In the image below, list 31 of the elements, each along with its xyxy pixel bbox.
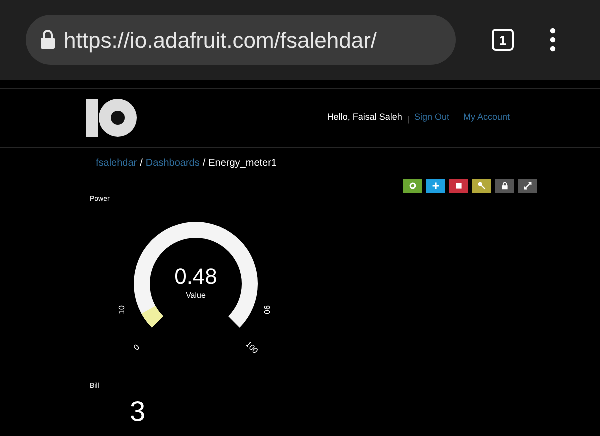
plus-icon bbox=[432, 182, 440, 190]
greeting-text: Hello, Faisal Saleh bbox=[327, 111, 402, 124]
address-bar[interactable]: https://io.adafruit.com/fsalehdar/ bbox=[26, 15, 456, 65]
gauge-tick-label: 90 bbox=[262, 305, 270, 314]
url-text: https://io.adafruit.com/fsalehdar/ bbox=[64, 26, 378, 55]
header-link[interactable]: My Account bbox=[463, 111, 510, 125]
breadcrumb-link[interactable]: Dashboards bbox=[146, 156, 200, 171]
lock-icon bbox=[40, 30, 56, 50]
block-value: 3 bbox=[130, 398, 147, 426]
gauge-value: 0.48 bbox=[174, 266, 218, 288]
menu-icon[interactable] bbox=[550, 28, 556, 52]
header-link[interactable]: Sign Out bbox=[414, 111, 450, 125]
toolbar-button[interactable] bbox=[495, 179, 514, 193]
breadcrumb-separator: / bbox=[202, 157, 206, 171]
breadcrumb-separator: / bbox=[140, 157, 143, 171]
separator-text: | bbox=[407, 114, 410, 126]
key-icon bbox=[478, 182, 486, 190]
gauge-fill bbox=[142, 306, 164, 328]
breadcrumb-link[interactable]: fsalehdar bbox=[96, 156, 138, 171]
lock-icon bbox=[500, 182, 508, 190]
square-icon bbox=[454, 182, 462, 190]
gauge-tick-label: 100 bbox=[244, 340, 260, 356]
breadcrumb-current: Energy_meter1 bbox=[208, 157, 277, 171]
gauge-tick-label: 0 bbox=[132, 343, 142, 352]
expand-icon bbox=[524, 182, 532, 190]
gauge-label: Value bbox=[186, 290, 206, 302]
toolbar-button[interactable] bbox=[449, 179, 468, 193]
tab-count-button[interactable]: 1 bbox=[492, 29, 514, 51]
gauge-tick-label: 10 bbox=[118, 305, 126, 314]
toolbar-button[interactable] bbox=[518, 179, 537, 193]
logo-icon bbox=[86, 97, 138, 139]
